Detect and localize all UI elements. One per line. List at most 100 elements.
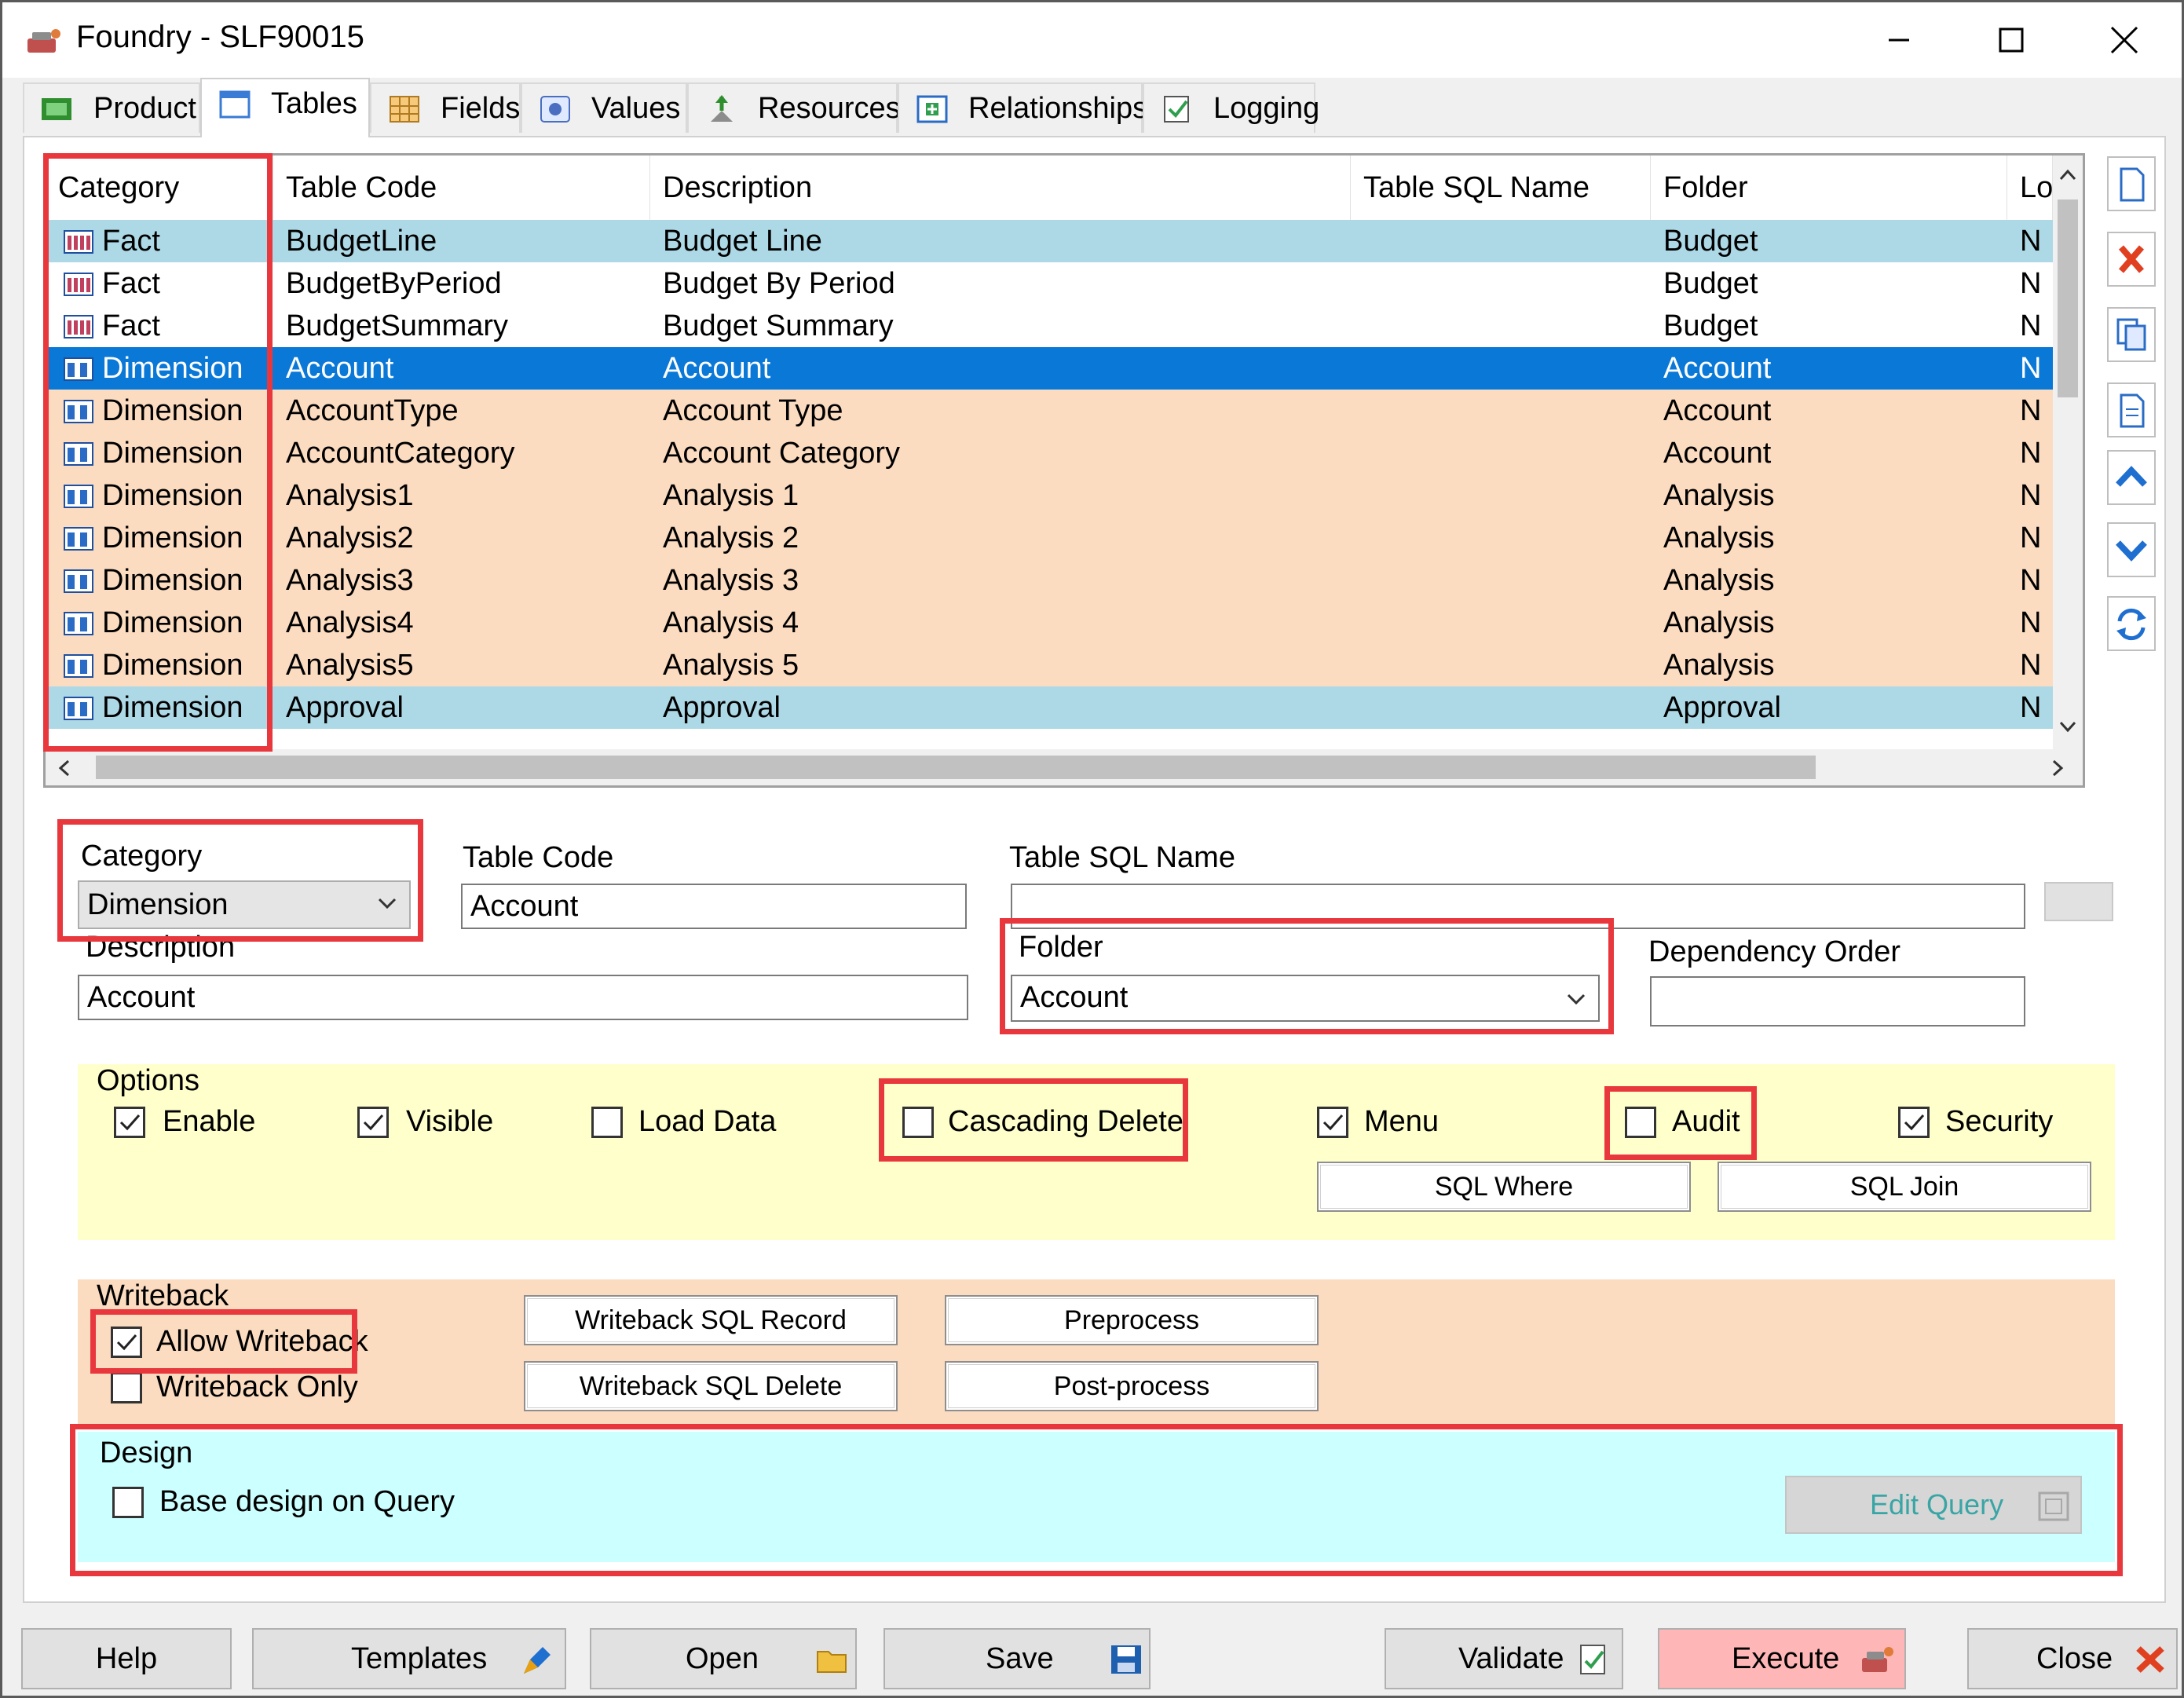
description-input[interactable]: Account [78,975,968,1020]
tables-grid[interactable]: Category Table Code Description Table SQ… [43,153,2085,788]
base-design-on-query-checkbox[interactable] [112,1487,144,1518]
sql-where-button[interactable]: SQL Where [1317,1162,1691,1212]
cell-description: Account [663,352,771,385]
table-row[interactable]: Dimension AccountCategory Account Category… [46,432,2053,474]
column-header-category[interactable]: Category [46,156,273,220]
dependency-order-input[interactable] [1650,976,2025,1026]
validate-button[interactable]: Validate [1385,1628,1623,1689]
tab-values[interactable]: Values [521,82,687,133]
table-row[interactable]: Dimension AccountType Account Type Account N [46,390,2053,432]
close-button[interactable]: Close [1967,1628,2178,1689]
preprocess-button[interactable]: Preprocess [945,1295,1319,1345]
table-row[interactable]: Dimension Analysis5 Analysis 5 Analysis N [46,644,2053,686]
copy-table-button[interactable] [2107,307,2156,362]
tab-product[interactable]: Product [23,82,200,133]
sql-name-ellipsis-button[interactable] [2044,882,2113,921]
writeback-sql-delete-button[interactable]: Writeback SQL Delete [524,1361,898,1411]
refresh-button[interactable] [2107,596,2156,651]
table-sql-name-input[interactable] [1011,884,2025,929]
grid-horizontal-scroll-thumb[interactable] [96,756,1816,779]
cell-folder: Analysis [1663,649,1775,682]
tab-tables[interactable]: Tables [200,78,370,137]
allow-writeback-checkbox[interactable] [111,1327,142,1358]
cell-folder: Analysis [1663,606,1775,639]
cascading-delete-checkbox[interactable] [902,1107,934,1138]
tab-tables-label: Tables [271,87,357,120]
cell-table-sql-name [1351,347,1651,390]
cascading-delete-label: Cascading Delete [948,1105,1183,1138]
open-button[interactable]: Open [590,1628,857,1689]
audit-checkbox[interactable] [1625,1107,1656,1138]
copy-icon [2116,318,2146,351]
table-row[interactable]: Dimension Analysis1 Analysis 1 Analysis N [46,474,2053,517]
column-header-table-sql-name[interactable]: Table SQL Name [1351,156,1651,220]
column-header-description[interactable]: Description [650,156,1351,220]
scroll-down-icon[interactable] [2058,719,2078,735]
table-row[interactable]: Dimension Analysis2 Analysis 2 Analysis N [46,517,2053,559]
cell-category-text: Dimension [102,521,243,554]
cell-lo: N [2020,437,2042,470]
save-button[interactable]: Save [883,1628,1151,1689]
tab-fields-label: Fields [441,92,521,125]
close-window-icon[interactable] [2088,16,2159,64]
scroll-up-icon[interactable] [2058,167,2078,182]
security-checkbox[interactable] [1898,1107,1930,1138]
load-data-checkbox[interactable] [591,1107,623,1138]
tab-resources[interactable]: Resources [687,82,901,133]
menu-checkbox[interactable] [1317,1107,1348,1138]
help-button[interactable]: Help [21,1628,232,1689]
scroll-left-icon[interactable] [57,759,72,778]
writeback-sql-record-button[interactable]: Writeback SQL Record [524,1295,898,1345]
new-table-button[interactable] [2107,156,2156,211]
maximize-icon[interactable] [1975,16,2046,64]
column-header-folder[interactable]: Folder [1651,156,2007,220]
writeback-group: Writeback Allow Writeback Writeback Only… [78,1279,2115,1424]
move-down-button[interactable] [2107,522,2156,577]
table-row[interactable]: Fact BudgetLine Budget Line Budget N [46,220,2053,262]
folder-combo[interactable]: Account [1011,975,1600,1022]
table-row[interactable]: Dimension Account Account Account N [46,347,2053,390]
cell-folder: Approval [1663,691,1781,724]
cell-category: Dimension [46,347,273,390]
scroll-right-icon[interactable] [2050,759,2065,778]
table-row[interactable]: Dimension Analysis3 Analysis 3 Analysis N [46,559,2053,602]
visible-checkbox[interactable] [357,1107,389,1138]
grid-vertical-scroll-thumb[interactable] [2058,199,2078,397]
cell-table-sql-name [1351,262,1651,305]
enable-label: Enable [163,1105,256,1138]
column-header-table-code[interactable]: Table Code [273,156,650,220]
cell-folder: Analysis [1663,479,1775,512]
delete-table-button[interactable] [2107,232,2156,287]
minimize-icon[interactable] [1864,16,1934,64]
cell-category-text: Dimension [102,564,243,597]
column-header-lo[interactable]: Lo [2007,156,2053,220]
cell-lo: N [2020,267,2042,300]
writeback-only-checkbox[interactable] [111,1372,142,1403]
grid-vertical-scrollbar[interactable] [2053,156,2083,749]
edit-query-button[interactable]: Edit Query [1785,1476,2082,1534]
move-up-button[interactable] [2107,450,2156,505]
cell-category: Fact [46,262,273,305]
templates-button[interactable]: Templates [252,1628,566,1689]
enable-checkbox[interactable] [114,1107,145,1138]
window-title: Foundry - SLF90015 [76,20,364,54]
save-disk-icon [1111,1645,1141,1674]
table-row[interactable]: Fact BudgetByPeriod Budget By Period Budget… [46,262,2053,305]
table-row[interactable]: Dimension Approval Approval Approval N [46,686,2053,729]
table-row[interactable]: Fact BudgetSummary Budget Summary Budget N [46,305,2053,347]
edit-table-button[interactable] [2107,382,2156,437]
post-process-button[interactable]: Post-process [945,1361,1319,1411]
cell-table-sql-name [1351,390,1651,432]
grid-horizontal-scrollbar[interactable] [46,749,2083,785]
table-code-input[interactable]: Account [461,884,967,929]
execute-button[interactable]: Execute [1658,1628,1906,1689]
table-row[interactable]: Dimension Analysis4 Analysis 4 Analysis N [46,602,2053,644]
cell-table-code: Analysis4 [286,606,414,639]
tab-fields[interactable]: Fields [370,82,521,133]
cell-folder: Budget [1663,225,1758,258]
tab-logging[interactable]: Logging [1143,82,1319,133]
sql-join-button[interactable]: SQL Join [1718,1162,2091,1212]
chevron-up-icon [2116,466,2147,487]
tab-relationships[interactable]: Relationships [898,82,1147,133]
category-combo[interactable]: Dimension [78,880,411,929]
